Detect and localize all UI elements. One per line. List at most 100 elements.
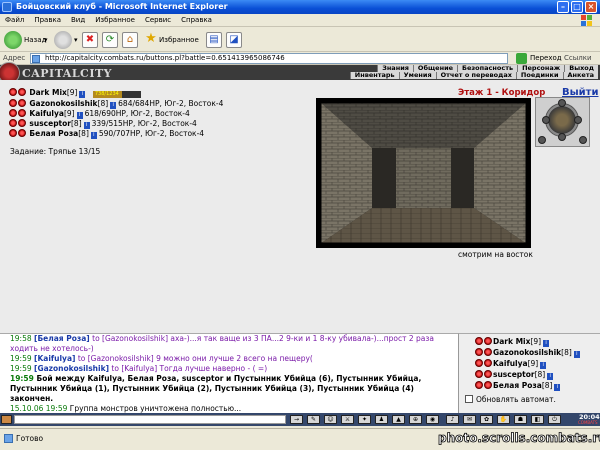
info-icon[interactable]: i <box>110 102 117 109</box>
player-name[interactable]: Kaifulya <box>29 109 64 118</box>
favorites-star-icon[interactable]: ★ <box>143 32 159 48</box>
go-arrow-icon[interactable] <box>516 53 527 64</box>
address-input[interactable]: http://capitalcity.combats.ru/buttons.pl… <box>30 53 508 64</box>
private-icon[interactable]: ✿ <box>480 415 493 424</box>
nav-row-bottom: Инвентарь Умения Отчет о переводах Поединки… <box>349 72 598 79</box>
status-text: Готово <box>16 434 44 443</box>
chat-sender[interactable]: [Gazonokosilshik] <box>34 364 109 373</box>
media-icon[interactable]: ▤ <box>206 32 222 48</box>
menu-edit[interactable]: Правка <box>29 14 66 27</box>
favorites-button-label[interactable]: Избранное <box>159 36 199 44</box>
menu-favorites[interactable]: Избранное <box>90 14 140 27</box>
align-icon <box>484 337 492 345</box>
home-icon[interactable]: ⌂ <box>122 32 138 48</box>
chat-sender[interactable]: [Белая Роза] <box>34 334 90 343</box>
party-icon[interactable]: ☗ <box>514 415 527 424</box>
menu-file[interactable]: Файл <box>0 14 29 27</box>
online-player-name[interactable]: Белая Роза <box>493 381 542 390</box>
close-button[interactable]: × <box>585 1 597 13</box>
info-icon[interactable]: i <box>83 122 90 129</box>
walk-icon[interactable]: ✦ <box>358 415 371 424</box>
back-dropdown-icon[interactable]: ▾ <box>44 36 48 44</box>
player-name[interactable]: Dark Mix <box>29 88 66 97</box>
online-player-name[interactable]: susceptor <box>493 370 535 379</box>
chat-time[interactable]: 19:59 <box>10 374 34 383</box>
info-icon[interactable]: i <box>547 373 554 380</box>
info-icon[interactable]: i <box>540 362 547 369</box>
auto-refresh-control[interactable]: Обновлять автомат. <box>465 395 556 404</box>
exit-game-icon[interactable]: ⏻ <box>548 415 561 424</box>
info-icon[interactable]: i <box>573 351 580 358</box>
battle-link[interactable]: Бой <box>37 374 53 383</box>
turn-right-icon[interactable] <box>574 116 582 124</box>
window-title: Бойцовский клуб - Microsoft Internet Exp… <box>16 2 228 11</box>
turn-left-icon[interactable] <box>542 116 550 124</box>
chat-time[interactable]: 19:58 <box>10 334 32 343</box>
maximize-button[interactable]: □ <box>571 1 583 13</box>
map-scroll-icon[interactable]: ◧ <box>531 415 544 424</box>
online-player-name[interactable]: Kaifulya <box>493 359 528 368</box>
translit-icon[interactable]: ✉ <box>463 415 476 424</box>
player-name[interactable]: Gazonokosilshik <box>29 99 97 108</box>
player-level: [8] <box>78 129 89 138</box>
online-player-level: [8] <box>534 370 546 379</box>
chat-message: 19:59 [Gazonokosilshik] to [Kaifulya] То… <box>0 364 458 374</box>
menu-view[interactable]: Вид <box>66 14 90 27</box>
online-player-name[interactable]: Dark Mix <box>493 337 530 346</box>
move-back-icon[interactable] <box>558 133 566 141</box>
smiles-icon[interactable]: ☺ <box>324 415 337 424</box>
nav-profile[interactable]: Анкета <box>562 72 598 79</box>
zoom-icon[interactable]: ◉ <box>426 415 439 424</box>
back-arrow-icon[interactable] <box>4 31 22 49</box>
info-icon[interactable]: i <box>543 340 550 347</box>
sound-icon[interactable]: ♪ <box>446 415 459 424</box>
chat-time[interactable]: 19:59 <box>10 354 32 363</box>
corridor-view[interactable] <box>316 98 531 248</box>
nav-battles[interactable]: Поединки <box>515 72 563 79</box>
chat-time[interactable]: 15.10.06 19:59 <box>10 404 67 413</box>
windows-flag-icon <box>581 15 592 26</box>
refresh-icon[interactable]: ⟳ <box>102 32 118 48</box>
auto-refresh-checkbox[interactable] <box>465 395 473 403</box>
history-icon[interactable]: ◪ <box>226 32 242 48</box>
fight-icon[interactable]: ⚔ <box>341 415 354 424</box>
hands-icon[interactable]: ✋ <box>497 415 510 424</box>
chat-text: to [Gazonokosilshik] 9 можно они лучше 2… <box>77 354 313 363</box>
chat-input[interactable] <box>14 415 286 424</box>
stop-icon[interactable]: ✖ <box>82 32 98 48</box>
move-forward-icon[interactable] <box>558 99 566 107</box>
info-icon[interactable]: i <box>90 132 97 139</box>
info-icon[interactable]: i <box>79 91 86 98</box>
game-header: CAPITALCITY Знания Общение Безопасность Пер… <box>0 62 600 84</box>
links-label[interactable]: Ссылки <box>564 54 592 62</box>
go-button-label[interactable]: Переход <box>530 54 562 62</box>
menu-help[interactable]: Справка <box>176 14 217 27</box>
chat-time[interactable]: 19:59 <box>10 364 32 373</box>
chat-message: 19:59 Бой между Kaifulya, Белая Роза, su… <box>0 374 448 404</box>
refresh-map-icon[interactable] <box>538 136 546 144</box>
task-status: Задание: Тряпье 13/15 <box>10 147 101 156</box>
online-player-name[interactable]: Gazonokosilshik <box>493 348 561 357</box>
scroll-up-icon[interactable]: ▲ <box>392 415 405 424</box>
friends-icon[interactable]: ♟ <box>375 415 388 424</box>
forward-dropdown-icon[interactable]: ▾ <box>74 36 78 44</box>
minimize-button[interactable]: – <box>557 1 569 13</box>
nav-skills[interactable]: Умения <box>398 72 436 79</box>
menu-tools[interactable]: Сервис <box>140 14 176 27</box>
chat-mode-icon[interactable] <box>1 415 12 424</box>
filter-icon[interactable]: ⊕ <box>409 415 422 424</box>
player-name[interactable]: susceptor <box>29 119 71 128</box>
city-logo: CAPITALCITY <box>22 67 112 80</box>
player-name[interactable]: Белая Роза <box>29 129 78 138</box>
clear-chat-icon[interactable]: ✎ <box>307 415 320 424</box>
forward-arrow-icon[interactable] <box>54 31 72 49</box>
info-icon[interactable]: i <box>76 112 83 119</box>
info-icon[interactable]: i <box>554 384 561 391</box>
chat-sender[interactable]: [Kaifulya] <box>34 354 75 363</box>
nav-transfers-report[interactable]: Отчет о переводах <box>435 72 516 79</box>
hp-bar-text: 738/1234 <box>94 91 119 97</box>
nav-inventory[interactable]: Инвентарь <box>349 72 399 79</box>
align-icon <box>18 119 26 127</box>
send-button[interactable]: → <box>290 415 303 424</box>
map-icon[interactable] <box>579 136 587 144</box>
